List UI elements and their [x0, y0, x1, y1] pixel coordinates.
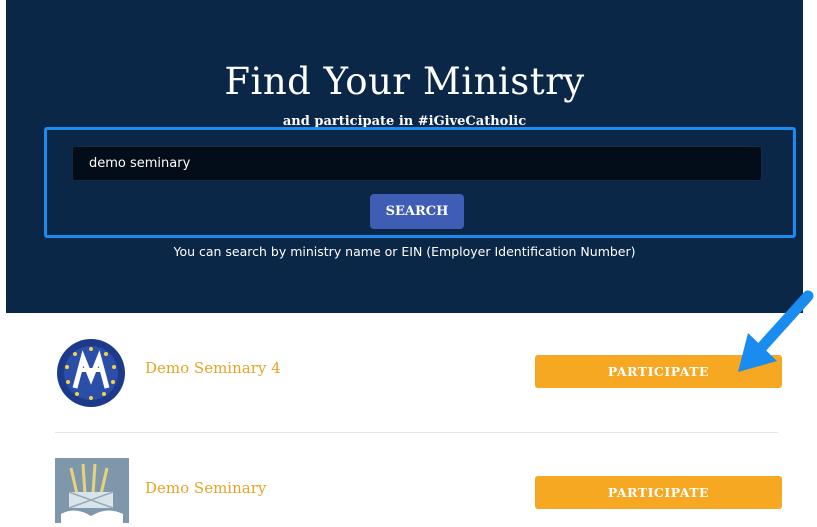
pointer-arrow-icon [738, 290, 814, 372]
